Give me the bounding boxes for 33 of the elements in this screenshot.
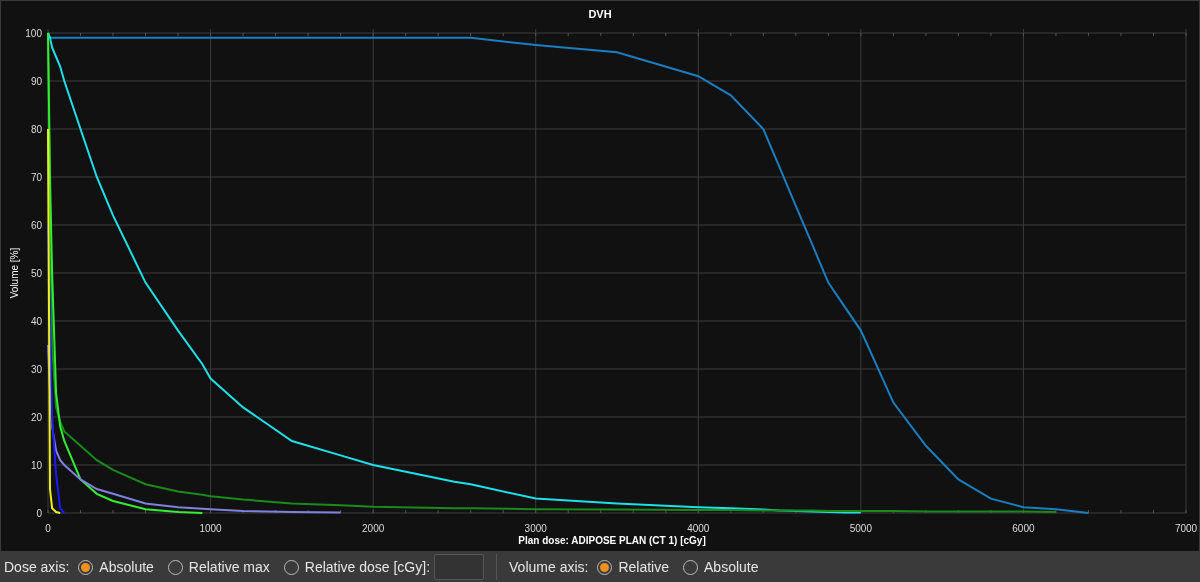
radio-button[interactable]: Relative max: [167, 556, 270, 578]
tick-label: 60: [30, 219, 42, 231]
radio-label[interactable]: Relative max: [188, 556, 270, 578]
tick-label: 1000: [199, 523, 222, 534]
group-label: Volume axis:: [509, 557, 589, 577]
radio-button[interactable]: Absolute: [78, 556, 154, 578]
tick-label: 7000: [1174, 523, 1198, 534]
tick-label: 5000: [849, 523, 872, 534]
tick-label: 30: [30, 363, 42, 375]
tick-label: 70: [30, 171, 42, 183]
tick-label: 40: [30, 315, 42, 327]
tick-label: 4000: [687, 523, 710, 534]
tick-label: 2000: [362, 523, 385, 534]
tick-label: 10: [30, 459, 42, 471]
tick-label: 50: [30, 267, 42, 279]
tick-label: 6000: [1012, 523, 1035, 534]
tick-label: 0: [45, 523, 51, 534]
tick-label: 20: [30, 411, 42, 423]
radio-label[interactable]: Relative: [618, 556, 669, 578]
x-axis-title: Plan dose: ADIPOSE PLAN (CT 1) [cGy]: [518, 535, 706, 546]
chart-title: DVH: [588, 8, 612, 20]
tick-label: 100: [25, 27, 42, 39]
radio-button[interactable]: Relative: [597, 556, 669, 578]
dose-input[interactable]: [434, 554, 485, 580]
tick-label: 90: [30, 75, 42, 87]
radio-label[interactable]: Absolute: [704, 556, 759, 578]
radio-label[interactable]: Absolute: [99, 556, 154, 578]
tick-label: 3000: [524, 523, 547, 534]
group-label: Dose axis:: [4, 557, 70, 577]
tick-label: 80: [30, 123, 42, 135]
y-axis-title: Volume [%]: [9, 247, 20, 299]
tick-label: 0: [36, 507, 42, 519]
radio-button[interactable]: Absolute: [683, 556, 759, 578]
